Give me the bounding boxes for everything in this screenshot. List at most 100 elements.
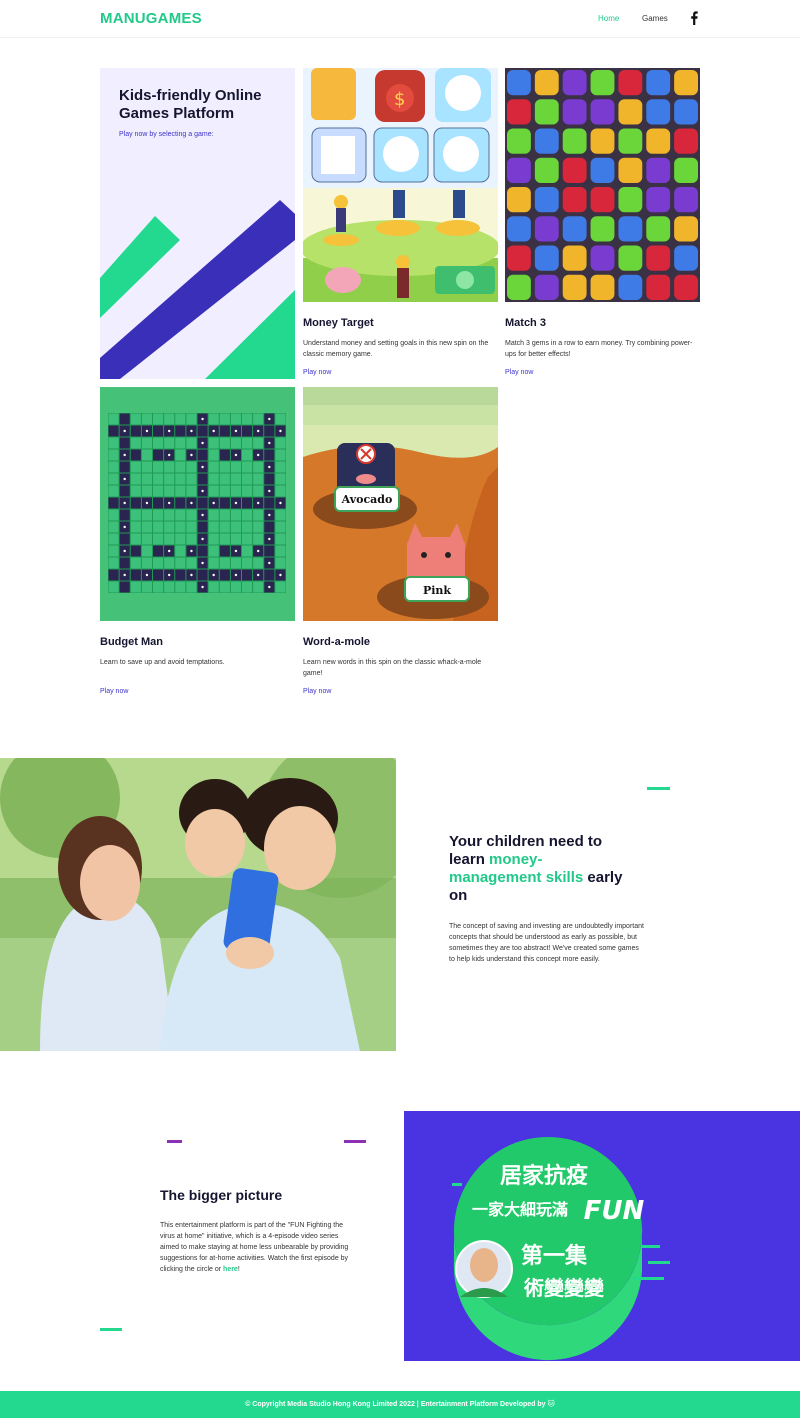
gem-tile <box>562 274 587 300</box>
maze-tile <box>253 437 264 449</box>
maze-coin <box>190 573 193 577</box>
intro-card: Kids-friendly Online Games Platform Play… <box>100 68 295 379</box>
play-now-link[interactable]: Play now <box>303 369 331 376</box>
maze-tile <box>119 461 130 473</box>
maze-tile <box>219 425 230 437</box>
gem-tile <box>534 274 559 300</box>
maze-tile <box>108 473 119 485</box>
play-now-link[interactable]: Play now <box>505 369 533 376</box>
money-target-thumbnail[interactable]: $ <box>303 68 498 302</box>
gem-tile <box>534 187 559 213</box>
maze-tile <box>230 521 241 533</box>
maze-tile <box>130 581 141 593</box>
maze-tile <box>108 581 119 593</box>
gem-tile <box>674 216 698 242</box>
episode-link[interactable]: here <box>223 1266 238 1273</box>
gem-tile <box>618 216 643 242</box>
maze-coin <box>123 429 126 433</box>
gem-tile <box>618 274 643 300</box>
maze-tile <box>164 473 175 485</box>
gem-tile <box>590 187 615 213</box>
gem-tile <box>674 245 698 271</box>
facebook-icon[interactable] <box>689 11 699 25</box>
maze-tile <box>208 509 219 521</box>
maze-tile <box>153 521 164 533</box>
maze-tile <box>130 449 141 461</box>
maze-tile <box>230 581 241 593</box>
maze-coin <box>123 525 126 529</box>
maze-tile <box>153 545 164 557</box>
game-card-match-3: Match 3 Match 3 gems in a row to earn mo… <box>505 68 700 380</box>
maze-tile <box>208 485 219 497</box>
maze-tile <box>175 533 186 545</box>
gem-tile <box>674 274 698 300</box>
maze-tile <box>186 581 197 593</box>
maze-coin <box>201 513 204 517</box>
maze-tile <box>242 473 253 485</box>
play-now-link[interactable]: Play now <box>100 688 128 695</box>
nav-home[interactable]: Home <box>598 14 619 23</box>
maze-tile <box>108 437 119 449</box>
maze-tile <box>264 497 275 509</box>
gem-tile <box>562 157 587 183</box>
maze-coin <box>256 573 260 577</box>
maze-tile <box>108 509 119 521</box>
nav-games[interactable]: Games <box>642 14 668 23</box>
maze-tile <box>219 473 230 485</box>
gem-tile <box>590 274 615 300</box>
maze-tile <box>230 461 241 473</box>
site-logo[interactable]: MANUGAMES <box>100 10 202 27</box>
budget-man-thumbnail[interactable] <box>100 387 295 621</box>
gem-tile <box>674 128 698 154</box>
match-3-thumbnail[interactable] <box>505 68 700 302</box>
maze-tile <box>253 485 264 497</box>
maze-tile <box>186 485 197 497</box>
gem-tile <box>674 187 698 213</box>
maze-coin <box>145 501 149 505</box>
maze-tile <box>242 509 253 521</box>
maze-tile <box>219 413 230 425</box>
gem-tile <box>618 99 643 125</box>
maze-tile <box>219 521 230 533</box>
maze-tile <box>219 509 230 521</box>
site-footer: © Copyright Media Studio Hong Kong Limit… <box>0 1391 800 1418</box>
maze-tile <box>242 569 253 581</box>
maze-tile <box>175 569 186 581</box>
maze-tile <box>208 557 219 569</box>
maze-tile <box>164 521 175 533</box>
maze-coin <box>190 429 193 433</box>
maze-tile <box>242 581 253 593</box>
gem-tile <box>534 70 559 96</box>
maze-tile <box>242 497 253 509</box>
maze-tile <box>130 533 141 545</box>
maze-tile <box>108 521 119 533</box>
maze-tile <box>175 425 186 437</box>
maze-tile <box>108 545 119 557</box>
maze-coin <box>268 489 271 493</box>
maze-tile <box>108 413 119 425</box>
maze-tile <box>119 557 130 569</box>
maze-tile <box>186 521 197 533</box>
maze-tile <box>197 473 208 485</box>
maze-tile <box>175 581 186 593</box>
maze-tile <box>175 485 186 497</box>
pink-label: Pink <box>423 584 451 597</box>
gem-tile <box>534 245 559 271</box>
play-now-link[interactable]: Play now <box>303 688 331 695</box>
maze-coin <box>123 453 126 457</box>
episode-video-circle[interactable]: 居家抗疫 一家大細玩滿 FUN 第一集 術變變變 <box>404 1111 800 1361</box>
maze-coin <box>234 549 238 553</box>
word-a-mole-thumbnail[interactable]: Avocado Pink <box>303 387 498 621</box>
maze-tile <box>108 569 119 581</box>
gem-tile <box>590 128 615 154</box>
family-body-text: The concept of saving and investing are … <box>449 923 644 963</box>
game-card-budget-man: Budget Man Learn to save up and avoid te… <box>100 387 295 699</box>
game-card-word-a-mole: Avocado Pink Word-a-mole Learn new words… <box>303 387 498 699</box>
maze-tile <box>219 569 230 581</box>
maze-tile <box>253 581 264 593</box>
video-title-line-4: 術變變變 <box>523 1276 605 1300</box>
maze-coin <box>268 513 271 517</box>
maze-tile <box>230 437 241 449</box>
gem-tile <box>618 187 643 213</box>
gem-tile <box>646 187 671 213</box>
